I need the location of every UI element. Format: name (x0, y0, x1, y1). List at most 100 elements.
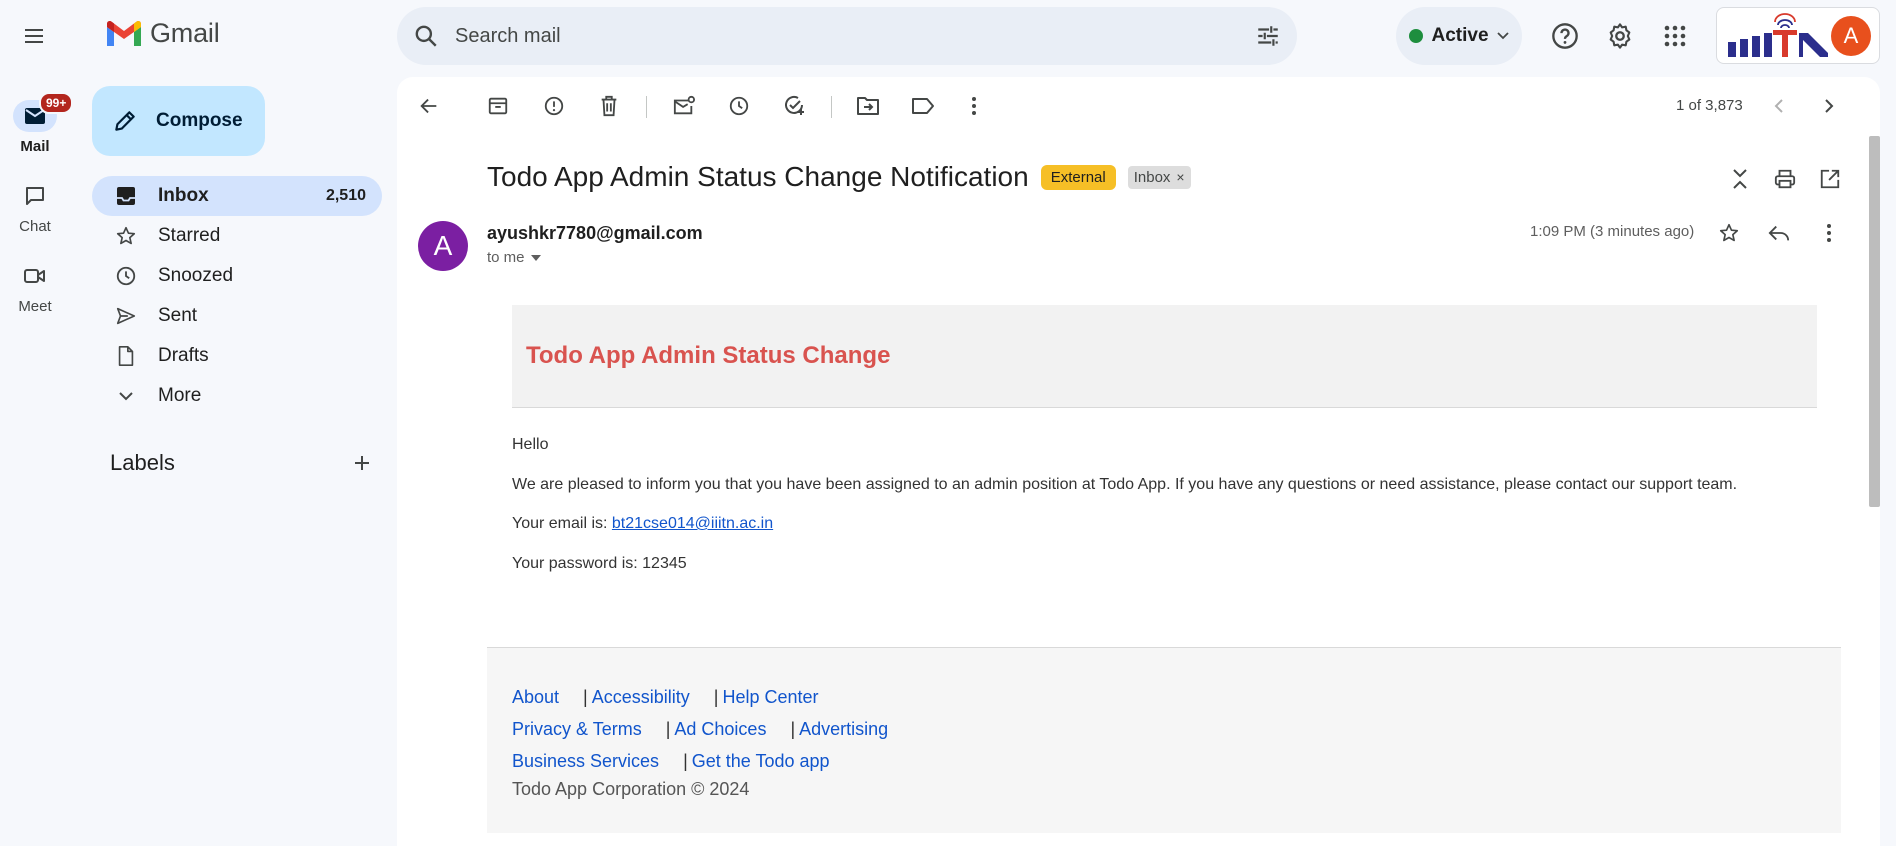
footer-separator: | (683, 750, 688, 771)
nav-item-sent[interactable]: Sent (92, 296, 382, 336)
send-icon (114, 304, 138, 328)
archive-icon[interactable] (478, 86, 518, 126)
settings-gear-icon[interactable] (1600, 16, 1640, 56)
clock-icon (114, 264, 138, 288)
open-new-window-icon[interactable] (1810, 159, 1850, 199)
external-chip: External (1040, 164, 1116, 190)
status-label: Active (1431, 25, 1489, 46)
footer-link-business[interactable]: Business Services (512, 751, 659, 772)
account-avatar: A (1831, 15, 1871, 56)
nav-item-drafts[interactable]: Drafts (92, 336, 382, 376)
delete-icon[interactable] (589, 86, 629, 126)
search-bar[interactable] (397, 7, 1297, 65)
rail-item-mail[interactable]: 99+ Mail (0, 92, 74, 155)
folder-nav: Inbox 2,510 Starred Snoozed Sent Drafts … (92, 176, 382, 416)
email-subject: Todo App Admin Status Change Notificatio… (487, 161, 1029, 192)
scrollbar-thumb[interactable] (1869, 136, 1880, 507)
nav-item-more[interactable]: More (92, 376, 382, 416)
label-tag-icon[interactable] (903, 86, 943, 126)
email-body: Todo App Admin Status Change Hello We ar… (512, 305, 1817, 573)
chevron-right-icon[interactable] (1809, 86, 1849, 126)
rail-item-chat[interactable]: Chat (0, 180, 70, 235)
mail-icon: 99+ (13, 92, 74, 132)
greeting-text: Hello (512, 436, 549, 453)
organization-logo-icon (1728, 12, 1828, 57)
gmail-m-icon (107, 20, 141, 46)
sender-email[interactable]: ayushkr7780@gmail.com (487, 223, 703, 244)
search-input[interactable] (455, 24, 1255, 48)
reply-icon[interactable] (1759, 213, 1799, 253)
sender-avatar[interactable]: A (418, 221, 468, 271)
toolbar-divider (646, 96, 647, 118)
gmail-logo[interactable]: Gmail (104, 18, 220, 49)
nav-label: Inbox (158, 185, 209, 206)
search-icon[interactable] (413, 23, 439, 49)
report-spam-icon[interactable] (534, 86, 574, 126)
more-vert-icon[interactable] (954, 86, 994, 126)
more-vert-icon[interactable] (1809, 213, 1849, 253)
add-label-icon[interactable] (352, 453, 372, 473)
unread-badge: 99+ (39, 92, 74, 114)
email-link[interactable]: bt21cse014@iiitn.ac.in (612, 515, 773, 532)
back-arrow-icon[interactable] (409, 86, 449, 126)
left-rail: 99+ Mail Chat Meet (0, 0, 78, 846)
banner-title: Todo App Admin Status Change (526, 342, 891, 369)
compose-label: Compose (156, 110, 243, 131)
search-options-icon[interactable] (1255, 23, 1281, 49)
chevron-left-icon[interactable] (1759, 86, 1799, 126)
chevron-down-icon (114, 384, 138, 408)
rail-label: Mail (20, 138, 50, 155)
footer-link-help-center[interactable]: Help Center (722, 687, 818, 708)
add-to-tasks-icon[interactable] (774, 86, 814, 126)
nav-label: More (158, 385, 202, 406)
footer-link-advertising[interactable]: Advertising (799, 719, 888, 740)
video-icon (13, 260, 57, 292)
email-prefix: Your email is: (512, 515, 612, 532)
snooze-clock-icon[interactable] (719, 86, 759, 126)
draft-icon (114, 344, 138, 368)
inbox-label-chip[interactable]: Inbox × (1127, 165, 1191, 189)
pencil-icon (115, 111, 135, 131)
account-switcher[interactable]: A (1716, 7, 1880, 64)
collapse-all-icon[interactable] (1720, 159, 1760, 199)
nav-item-inbox[interactable]: Inbox 2,510 (92, 176, 382, 216)
status-dot (1409, 29, 1424, 43)
nav-item-starred[interactable]: Starred (92, 216, 382, 256)
footer-separator: | (790, 718, 796, 739)
nav-item-snoozed[interactable]: Snoozed (92, 256, 382, 296)
rail-label: Meet (18, 298, 52, 315)
rail-label: Chat (19, 218, 51, 235)
remove-label-icon[interactable]: × (1176, 169, 1184, 185)
help-icon[interactable] (1545, 16, 1585, 56)
mark-unread-icon[interactable] (664, 86, 704, 126)
email-timestamp: 1:09 PM (3 minutes ago) (1530, 223, 1695, 240)
toolbar-divider (831, 96, 832, 118)
footer-link-accessibility[interactable]: Accessibility (592, 687, 690, 708)
nav-label: Starred (158, 225, 221, 246)
recipient-details[interactable]: to me (487, 249, 541, 266)
chip-label: Inbox (1133, 168, 1171, 186)
star-icon (114, 224, 138, 248)
footer-link-about[interactable]: About (512, 687, 559, 708)
footer-link-privacy[interactable]: Privacy & Terms (512, 719, 642, 740)
apps-grid-icon[interactable] (1655, 16, 1695, 56)
compose-button[interactable]: Compose (92, 86, 265, 156)
app-name: Gmail (150, 18, 220, 48)
main-menu-icon[interactable] (14, 16, 54, 56)
nav-label: Sent (158, 305, 198, 326)
message-view: 1 of 3,873 Todo App Admin Status Change … (397, 77, 1880, 846)
star-icon[interactable] (1709, 213, 1749, 253)
move-to-folder-icon[interactable] (848, 86, 888, 126)
footer-row: Business Services | Get the Todo app (512, 745, 1841, 777)
footer-link-ad-choices[interactable]: Ad Choices (674, 719, 766, 740)
message-text: We are pleased to inform you that you ha… (512, 476, 1738, 493)
caret-down-icon (530, 254, 541, 261)
nav-label: Drafts (158, 345, 209, 366)
email-footer: About | Accessibility | Help Center Priv… (487, 647, 1841, 833)
rail-item-meet[interactable]: Meet (0, 260, 70, 315)
status-selector[interactable]: Active (1396, 7, 1522, 65)
footer-link-todo-app[interactable]: Get the Todo app (692, 751, 830, 772)
chevron-down-icon (1496, 32, 1509, 40)
print-icon[interactable] (1765, 159, 1805, 199)
inbox-icon (114, 184, 138, 208)
